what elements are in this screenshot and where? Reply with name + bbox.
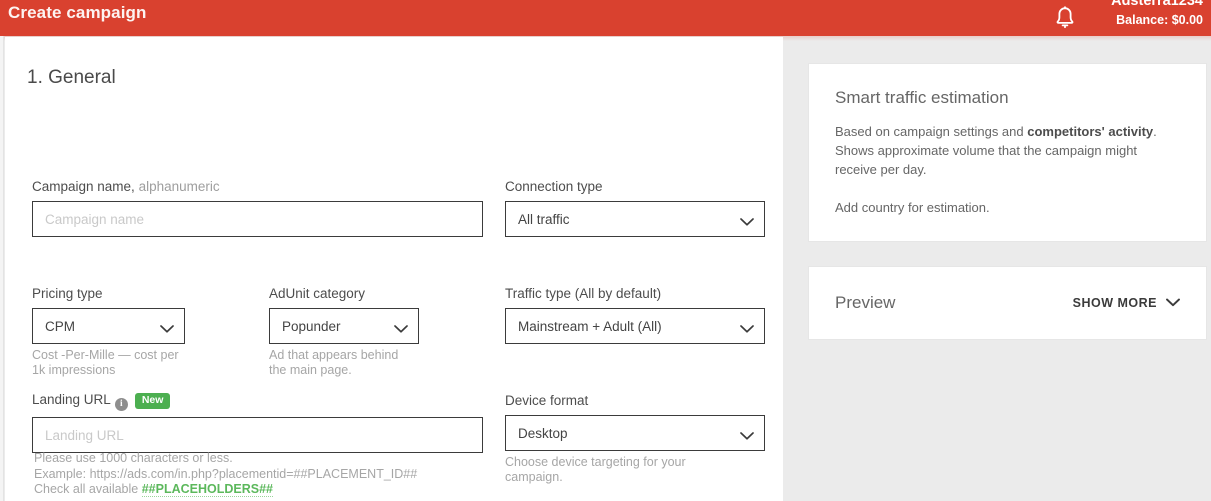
connection-type-label: Connection type [505,179,603,194]
device-format-hint: Choose device targeting for your campaig… [505,455,686,484]
chevron-down-icon [1166,296,1180,310]
helper-line-3: Check all available ##PLACEHOLDERS## [34,482,489,498]
connection-type-select[interactable]: All traffic [505,201,765,237]
field-adunit-category: AdUnit category Popunder Ad that appears… [269,286,419,378]
helper-line-3-prefix: Check all available [34,482,142,496]
preview-card-row: Preview SHOW MORE [835,293,1180,313]
bell-icon [1054,6,1076,30]
campaign-name-label: Campaign name, alphanumeric [32,179,483,195]
chevron-down-icon [740,215,754,226]
adunit-category-value: Popunder [282,318,341,334]
estimation-body-note: Add country for estimation. [835,200,990,215]
field-pricing-type: Pricing type CPM Cost -Per-Mille — cost … [32,286,185,378]
estimation-card-title: Smart traffic estimation [835,88,1009,107]
campaign-name-input[interactable] [32,201,483,237]
general-form-panel: 1. General Campaign name, alphanumeric C… [5,37,783,501]
new-badge: New [134,393,171,409]
landing-url-label-text: Landing URL [32,392,111,407]
helper-line-2: Example: https://ads.com/in.php?placemen… [34,466,418,481]
top-bar: Create campaign Adsterra1234 Balance: $0… [0,0,1211,36]
account-balance: Balance: $0.00 [1116,12,1203,27]
device-format-value: Desktop [518,425,568,441]
field-connection-type: Connection type All traffic [505,179,765,237]
account-info[interactable]: Adsterra1234 Balance: $0.00 [1111,0,1203,26]
landing-url-input[interactable] [32,417,483,453]
smart-traffic-estimation-card: Smart traffic estimation Based on campai… [808,63,1207,242]
estimation-body-bold: competitors' activity [1027,124,1154,139]
left-rail [0,36,4,501]
estimation-body-spacer [835,179,1180,198]
device-format-label: Device format [505,393,589,408]
info-icon[interactable]: i [114,398,128,411]
sidebar-cards: Smart traffic estimation Based on campai… [808,63,1207,340]
landing-url-helper: Please use 1000 characters or less. Exam… [34,451,489,498]
field-landing-url: Landing URL i New [32,392,483,453]
pricing-type-select[interactable]: CPM [32,308,185,344]
field-campaign-name: Campaign name, alphanumeric [32,179,483,237]
preview-card-title: Preview [835,293,896,312]
show-more-button[interactable]: SHOW MORE [1073,296,1180,310]
pricing-type-hint: Cost -Per-Mille — cost per 1k impression… [32,348,179,377]
account-name: Adsterra1234 [1111,0,1203,9]
adunit-category-hint: Ad that appears behind the main page. [269,348,399,377]
chevron-down-icon [740,429,754,440]
connection-type-value: All traffic [518,211,570,227]
adunit-category-label: AdUnit category [269,286,366,301]
show-more-label: SHOW MORE [1072,296,1157,310]
estimation-card-body: Based on campaign settings and competito… [835,122,1180,217]
create-campaign-page: Create campaign Adsterra1234 Balance: $0… [0,0,1211,501]
campaign-name-label-text: Campaign name, [32,179,135,194]
adunit-category-select[interactable]: Popunder [269,308,419,344]
traffic-type-label: Traffic type (All by default) [505,286,662,301]
chevron-down-icon [740,322,754,333]
notifications-button[interactable] [1047,0,1083,36]
estimation-body-prefix: Based on campaign settings and [835,124,1028,139]
page-title: Create campaign [8,3,147,22]
section-title-general: 1. General [27,67,116,88]
field-traffic-type: Traffic type (All by default) Mainstream… [505,286,765,344]
traffic-type-value: Mainstream + Adult (All) [518,318,662,334]
helper-line-1: Please use 1000 characters or less. [34,451,233,465]
placeholders-link[interactable]: ##PLACEHOLDERS## [141,482,273,497]
chevron-down-icon [160,322,174,333]
campaign-name-label-hint: alphanumeric [138,179,220,194]
traffic-type-select[interactable]: Mainstream + Adult (All) [505,308,765,344]
device-format-select[interactable]: Desktop [505,415,765,451]
pricing-type-value: CPM [45,318,75,334]
chevron-down-icon [394,322,408,333]
field-device-format: Device format Desktop Choose device targ… [505,393,765,485]
landing-url-label: Landing URL i New [32,392,483,411]
preview-card: Preview SHOW MORE [808,266,1207,340]
pricing-type-label: Pricing type [32,286,103,301]
